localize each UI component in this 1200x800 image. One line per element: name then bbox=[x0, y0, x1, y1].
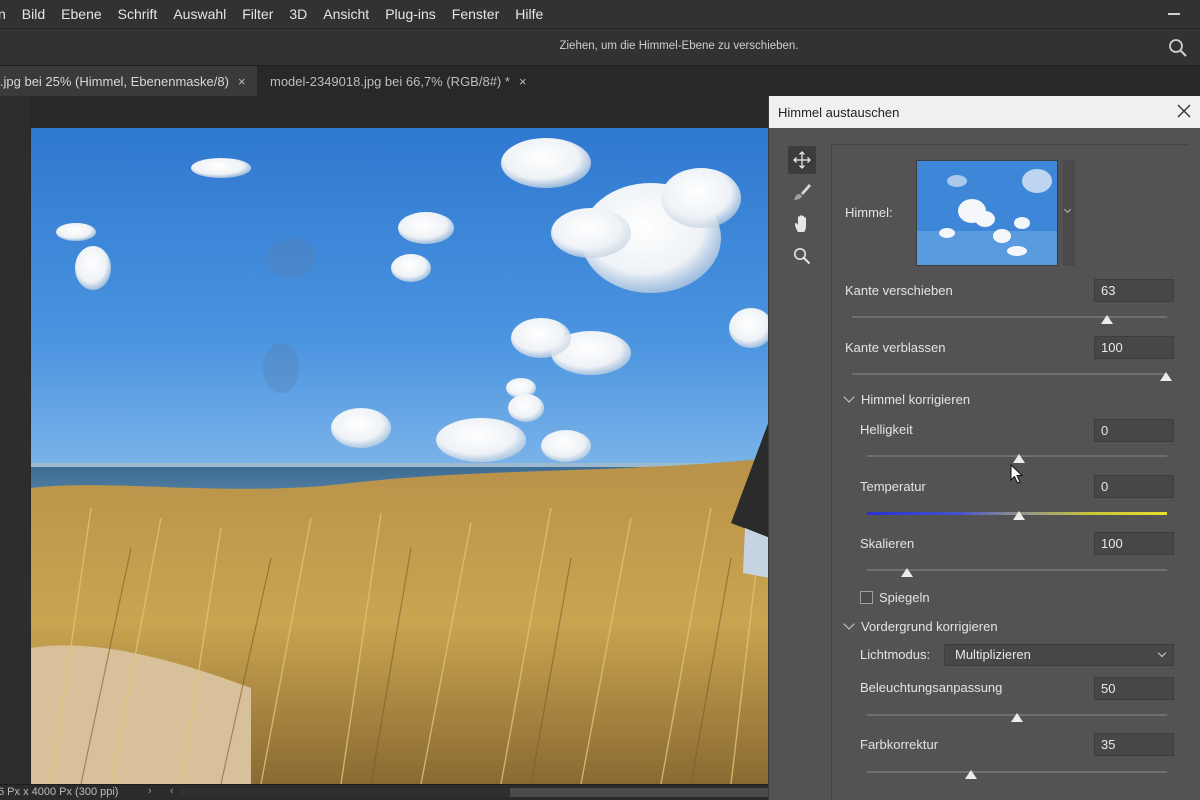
scale-input[interactable]: 100 bbox=[1094, 532, 1174, 555]
menu-type[interactable]: Schrift bbox=[110, 6, 166, 22]
shift-edge-label: Kante verschieben bbox=[845, 283, 953, 298]
brightness-label: Helligkeit bbox=[860, 422, 913, 437]
temperature-label: Temperatur bbox=[860, 479, 926, 494]
dialog-toolbar bbox=[769, 128, 831, 800]
menu-window[interactable]: Fenster bbox=[444, 6, 507, 22]
color-adjust-slider-track[interactable] bbox=[867, 771, 1167, 773]
scale-label: Skalieren bbox=[860, 536, 915, 551]
search-icon[interactable] bbox=[1168, 38, 1188, 58]
menu-image[interactable]: Bild bbox=[14, 6, 53, 22]
move-tool[interactable] bbox=[788, 146, 816, 174]
menu-filter[interactable]: Filter bbox=[234, 6, 281, 22]
temperature-slider-thumb[interactable] bbox=[1013, 511, 1025, 520]
sky-preview-image bbox=[917, 161, 1057, 265]
menu-plugins[interactable]: Plug-ins bbox=[377, 6, 444, 22]
hand-icon bbox=[795, 215, 806, 232]
scroll-left-arrow[interactable]: ‹ bbox=[170, 785, 174, 797]
fade-edge-slider-track[interactable] bbox=[852, 373, 1167, 375]
tab-document-model[interactable]: model-2349018.jpg bei 66,7% (RGB/8#) * × bbox=[258, 66, 530, 96]
hand-tool[interactable] bbox=[788, 210, 816, 238]
close-icon[interactable] bbox=[1177, 104, 1191, 118]
flip-label: Spiegeln bbox=[879, 590, 930, 605]
close-icon[interactable]: × bbox=[238, 74, 246, 89]
sky-adjust-title: Himmel korrigieren bbox=[861, 392, 971, 407]
tab-label: l.jpg bei 25% (Himmel, Ebenenmaske/8) bbox=[0, 73, 229, 89]
horizontal-scrollbar-thumb[interactable] bbox=[510, 788, 768, 797]
lighting-mode-label: Lichtmodus: bbox=[860, 647, 931, 662]
menu-layer[interactable]: Ebene bbox=[53, 6, 109, 22]
brightness-input[interactable]: 0 bbox=[1094, 419, 1174, 442]
temperature-input[interactable]: 0 bbox=[1094, 475, 1174, 498]
document-size: 6 Px x 4000 Px (300 ppi) bbox=[0, 786, 119, 798]
chevron-down-icon bbox=[843, 618, 855, 630]
menu-help[interactable]: Hilfe bbox=[507, 6, 551, 22]
sky-adjust-section-header[interactable]: Himmel korrigieren bbox=[843, 391, 971, 407]
document-canvas-image[interactable] bbox=[31, 128, 770, 784]
chevron-down-icon bbox=[1157, 648, 1167, 658]
lighting-adjust-input[interactable]: 50 bbox=[1094, 677, 1174, 700]
brightness-slider-thumb[interactable] bbox=[1013, 454, 1025, 463]
foreground-adjust-section-header[interactable]: Vordergrund korrigieren bbox=[843, 618, 998, 634]
fade-edge-slider-thumb[interactable] bbox=[1160, 372, 1172, 381]
tab-label: model-2349018.jpg bei 66,7% (RGB/8#) * bbox=[270, 73, 510, 89]
chevron-down-icon bbox=[1063, 205, 1072, 214]
menu-bar: n Bild Ebene Schrift Auswahl Filter 3D A… bbox=[0, 0, 1200, 28]
shift-edge-slider-thumb[interactable] bbox=[1101, 315, 1113, 324]
lighting-adjust-label: Beleuchtungsanpassung bbox=[860, 680, 1003, 695]
color-adjust-slider-thumb[interactable] bbox=[965, 770, 977, 779]
fade-edge-input[interactable]: 100 bbox=[1094, 336, 1174, 359]
brush-icon bbox=[794, 184, 811, 200]
flip-checkbox[interactable] bbox=[860, 591, 873, 604]
zoom-tool[interactable] bbox=[788, 242, 816, 270]
document-tab-bar: l.jpg bei 25% (Himmel, Ebenenmaske/8) × … bbox=[0, 66, 1200, 96]
minimize-icon[interactable] bbox=[1168, 13, 1180, 15]
lighting-mode-select[interactable]: Multiplizieren bbox=[944, 644, 1174, 666]
menu-select[interactable]: Auswahl bbox=[165, 6, 234, 22]
shift-edge-slider-track[interactable] bbox=[852, 316, 1167, 318]
color-adjust-label: Farbkorrektur bbox=[860, 737, 939, 752]
color-adjust-input[interactable]: 35 bbox=[1094, 733, 1174, 756]
sky-preset-thumbnail[interactable] bbox=[916, 160, 1058, 266]
mouse-cursor-icon bbox=[1010, 464, 1024, 484]
tab-document-active[interactable]: l.jpg bei 25% (Himmel, Ebenenmaske/8) × bbox=[0, 66, 257, 96]
menu-3d[interactable]: 3D bbox=[281, 6, 315, 22]
sky-brush-tool[interactable] bbox=[788, 178, 816, 206]
shift-edge-input[interactable]: 63 bbox=[1094, 279, 1174, 302]
menu-item-edit-partial[interactable]: n bbox=[0, 6, 14, 22]
scale-slider-thumb[interactable] bbox=[901, 568, 913, 577]
dialog-title: Himmel austauschen bbox=[769, 96, 1200, 128]
sky-label: Himmel: bbox=[845, 205, 893, 220]
sky-preset-dropdown[interactable] bbox=[1063, 160, 1075, 266]
lighting-adjust-slider-thumb[interactable] bbox=[1011, 713, 1023, 722]
beach-dune-photo bbox=[31, 128, 770, 784]
lighting-mode-value: Multiplizieren bbox=[955, 647, 1031, 662]
move-icon bbox=[793, 151, 811, 169]
options-hint: Ziehen, um die Himmel-Ebene zu verschieb… bbox=[559, 40, 799, 52]
status-arrow-right[interactable]: › bbox=[148, 785, 152, 797]
foreground-adjust-title: Vordergrund korrigieren bbox=[861, 619, 998, 634]
fade-edge-label: Kante verblassen bbox=[845, 340, 946, 355]
menu-view[interactable]: Ansicht bbox=[315, 6, 377, 22]
zoom-icon bbox=[794, 248, 811, 265]
canvas-left-margin bbox=[0, 96, 30, 784]
close-icon[interactable]: × bbox=[519, 74, 527, 89]
chevron-down-icon bbox=[843, 391, 855, 403]
options-bar: Ziehen, um die Himmel-Ebene zu verschieb… bbox=[0, 28, 1200, 66]
sky-replacement-dialog: Himmel austauschen Himmel: Kante verschi… bbox=[768, 96, 1200, 800]
